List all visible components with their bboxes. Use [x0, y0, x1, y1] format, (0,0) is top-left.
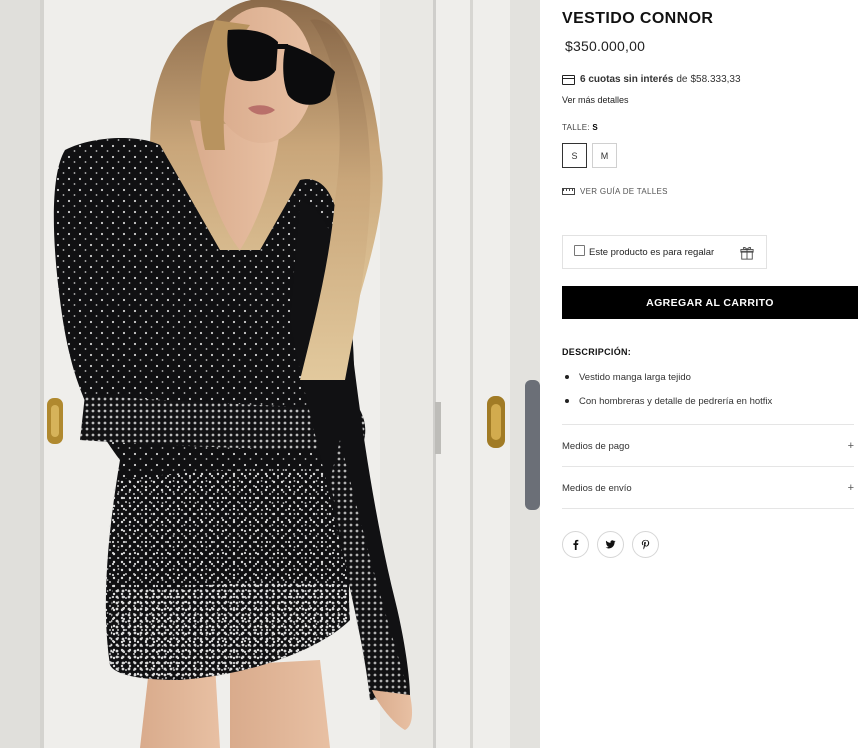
shipping-methods-label: Medios de envío [562, 482, 632, 494]
installments-amount: $58.333,33 [690, 74, 741, 85]
installments-of: de [676, 74, 688, 85]
size-guide-label: VER GUÍA DE TALLES [580, 187, 668, 196]
description-title: DESCRIPCIÓN: [562, 347, 632, 357]
product-info-panel: VESTIDO CONNOR $350.000,00 6 cuotas sin … [562, 0, 858, 748]
share-facebook-button[interactable] [562, 531, 589, 558]
size-option-s[interactable]: S [562, 143, 587, 168]
add-to-cart-button[interactable]: AGREGAR AL CARRITO [562, 286, 858, 319]
gift-option[interactable]: Este producto es para regalar [562, 235, 767, 269]
size-label: TALLE: S [562, 123, 598, 132]
description-list: Vestido manga larga tejido Con hombreras… [562, 365, 772, 413]
expand-plus-icon: + [847, 482, 854, 494]
size-guide-link[interactable]: VER GUÍA DE TALLES [562, 187, 668, 196]
size-label-text: TALLE: [562, 123, 590, 132]
payment-methods-accordion[interactable]: Medios de pago + [562, 424, 854, 467]
shipping-methods-accordion[interactable]: Medios de envío + [562, 466, 854, 509]
accordion-divider [562, 508, 854, 509]
gift-checkbox[interactable] [574, 244, 585, 256]
size-selected-value: S [592, 123, 599, 132]
facebook-icon [573, 539, 579, 550]
share-pinterest-button[interactable] [632, 531, 659, 558]
ruler-icon [562, 188, 575, 195]
twitter-icon [605, 540, 616, 549]
installments-count: 6 cuotas sin interés [580, 74, 674, 85]
description-item: Con hombreras y detalle de pedrería en h… [562, 389, 772, 413]
installments-info: 6 cuotas sin interés de $58.333,33 [562, 74, 741, 85]
product-image[interactable] [0, 0, 540, 748]
share-twitter-button[interactable] [597, 531, 624, 558]
size-option-m[interactable]: M [592, 143, 617, 168]
size-options: S M [562, 143, 622, 168]
gift-icon [740, 246, 754, 260]
gift-label: Este producto es para regalar [589, 246, 715, 258]
product-title: VESTIDO CONNOR [562, 10, 714, 27]
description-item: Vestido manga larga tejido [562, 365, 772, 389]
credit-card-icon [562, 74, 575, 85]
payment-methods-label: Medios de pago [562, 440, 630, 452]
social-share [562, 531, 667, 558]
more-details-link[interactable]: Ver más detalles [562, 95, 629, 105]
pinterest-icon [641, 539, 650, 550]
expand-plus-icon: + [847, 440, 854, 452]
product-price: $350.000,00 [565, 38, 646, 54]
